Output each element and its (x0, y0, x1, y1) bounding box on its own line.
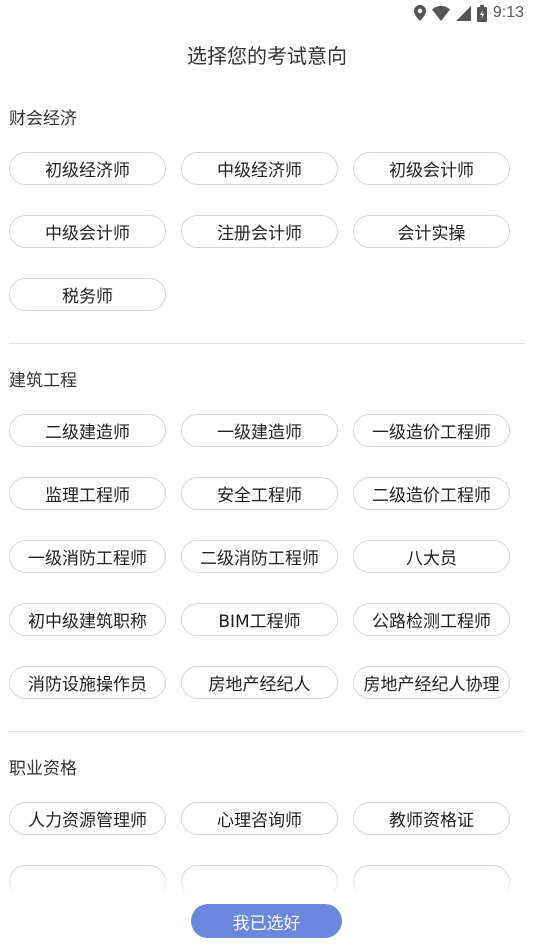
exam-chip[interactable]: 一级造价工程师 (353, 414, 510, 447)
exam-chip[interactable]: 公路检测工程师 (353, 603, 510, 636)
battery-icon (476, 4, 487, 22)
exam-chip[interactable]: 八大员 (353, 540, 510, 573)
wifi-icon (431, 5, 450, 21)
chip-grid: 二级建造师 一级建造师 一级造价工程师 监理工程师 安全工程师 二级造价工程师 … (9, 414, 525, 731)
exam-chip[interactable]: 税务师 (9, 278, 166, 311)
confirm-button[interactable]: 我已选好 (191, 904, 342, 938)
exam-list[interactable]: 财会经济 初级经济师 中级经济师 初级会计师 中级会计师 注册会计师 会计实操 … (0, 82, 534, 892)
exam-chip[interactable]: 会计实操 (353, 215, 510, 248)
location-icon (413, 5, 426, 21)
exam-chip[interactable]: 监理工程师 (9, 477, 166, 510)
bottom-fade (0, 878, 534, 898)
exam-chip[interactable]: 初中级建筑职称 (9, 603, 166, 636)
exam-chip[interactable]: 房地产经纪人 (181, 666, 338, 699)
section-title: 职业资格 (9, 759, 77, 779)
exam-chip[interactable]: 消防设施操作员 (9, 666, 166, 699)
status-icons: 9:13 (413, 4, 524, 22)
exam-chip[interactable]: 初级经济师 (9, 152, 166, 185)
signal-icon (455, 5, 471, 21)
exam-chip[interactable]: 安全工程师 (181, 477, 338, 510)
section-qualification: 职业资格 人力资源管理师 心理咨询师 教师资格证 (0, 732, 534, 892)
section-construction: 建筑工程 二级建造师 一级建造师 一级造价工程师 监理工程师 安全工程师 二级造… (0, 344, 534, 731)
exam-chip[interactable]: 一级建造师 (181, 414, 338, 447)
exam-chip[interactable]: 初级会计师 (353, 152, 510, 185)
exam-chip[interactable]: 心理咨询师 (181, 802, 338, 835)
exam-chip[interactable]: BIM工程师 (181, 603, 338, 636)
exam-chip[interactable]: 一级消防工程师 (9, 540, 166, 573)
page-title: 选择您的考试意向 (187, 44, 347, 68)
section-finance: 财会经济 初级经济师 中级经济师 初级会计师 中级会计师 注册会计师 会计实操 … (0, 82, 534, 343)
exam-chip[interactable]: 二级建造师 (9, 414, 166, 447)
exam-chip[interactable]: 教师资格证 (353, 802, 510, 835)
chip-grid: 初级经济师 中级经济师 初级会计师 中级会计师 注册会计师 会计实操 税务师 (9, 152, 525, 343)
status-time: 9:13 (492, 4, 524, 21)
exam-chip[interactable]: 房地产经纪人协理 (353, 666, 510, 699)
exam-chip[interactable]: 中级经济师 (181, 152, 338, 185)
status-bar: 9:13 (0, 0, 534, 30)
exam-chip[interactable]: 二级消防工程师 (181, 540, 338, 573)
exam-chip[interactable]: 中级会计师 (9, 215, 166, 248)
exam-chip[interactable]: 二级造价工程师 (353, 477, 510, 510)
section-title: 财会经济 (9, 109, 77, 129)
exam-chip[interactable]: 注册会计师 (181, 215, 338, 248)
exam-chip[interactable]: 人力资源管理师 (9, 802, 166, 835)
section-title: 建筑工程 (9, 371, 77, 391)
